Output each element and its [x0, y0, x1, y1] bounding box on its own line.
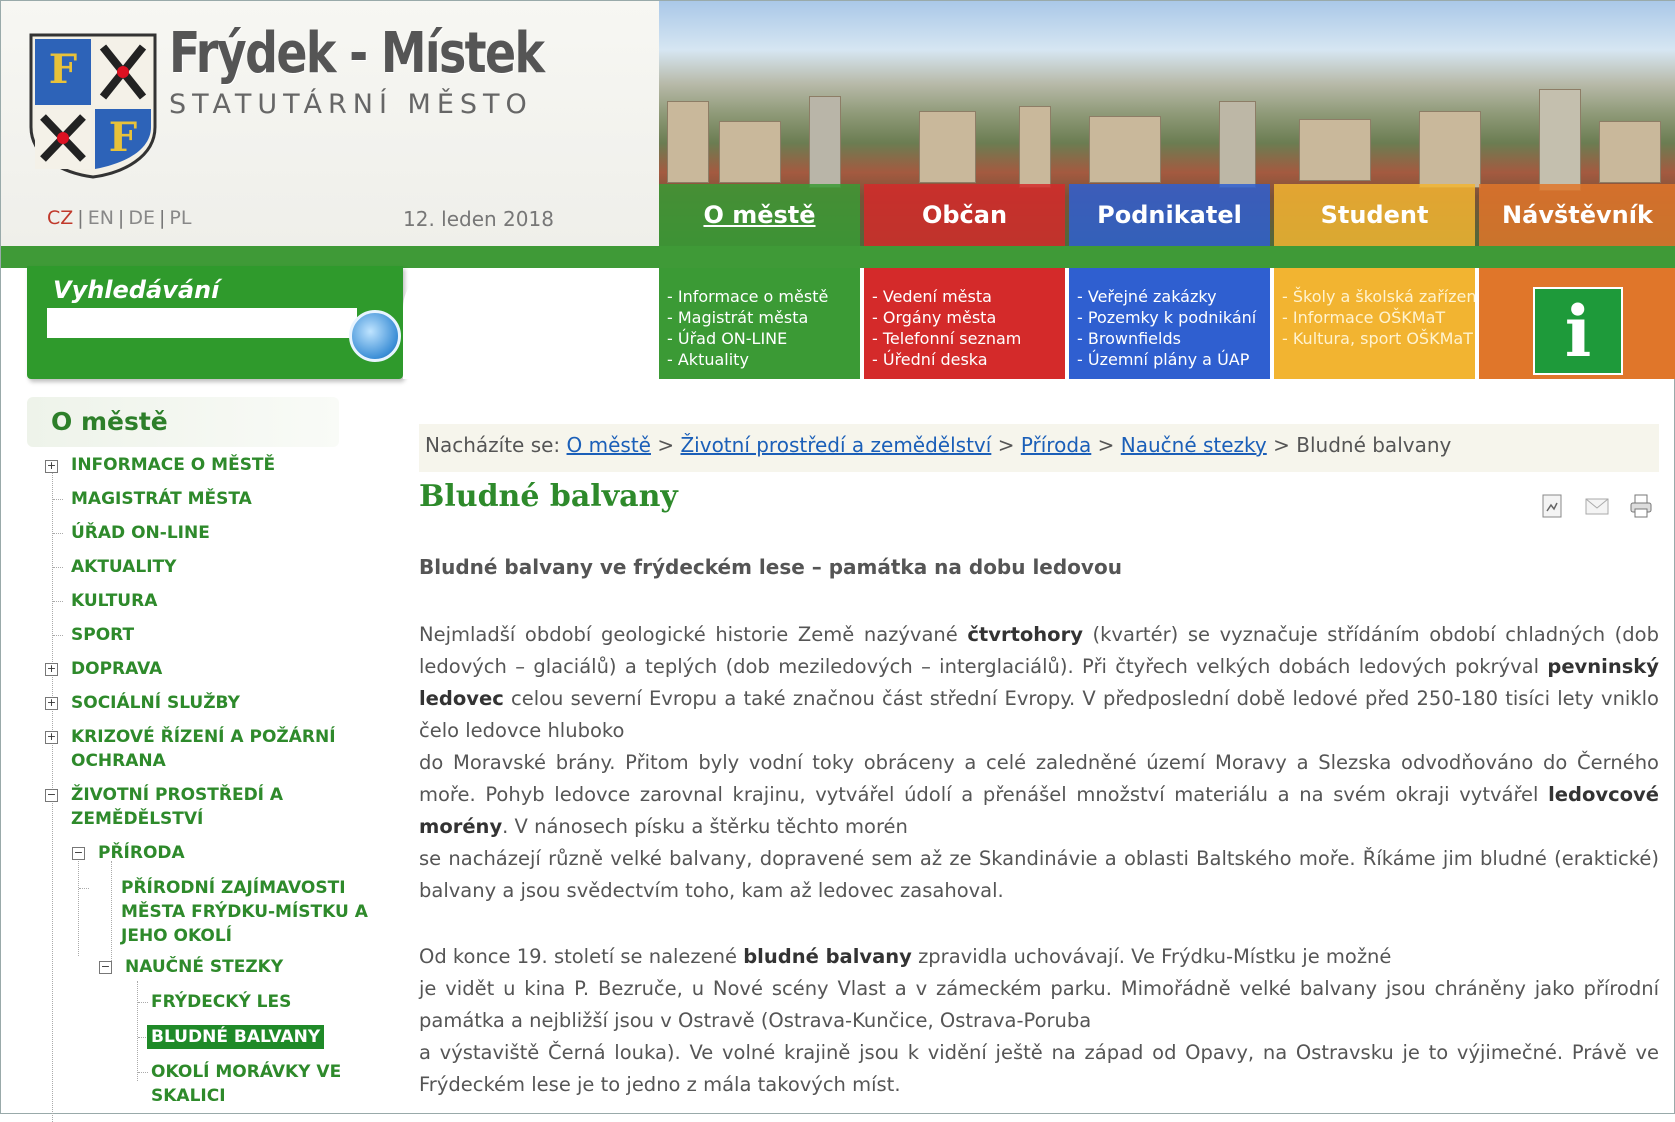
sidebar-item-frydecky-les[interactable]: Frýdecký les	[151, 990, 291, 1014]
lang-de[interactable]: DE	[128, 207, 155, 229]
subnav-link[interactable]: - Aktuality	[667, 349, 860, 370]
current-date: 12. leden 2018	[403, 207, 554, 231]
city-name-logo[interactable]: Frýdek - Místek	[169, 21, 545, 86]
subnav-obcan: - Vedení města - Orgány města - Telefonn…	[864, 268, 1065, 379]
breadcrumb-link[interactable]: O městě	[567, 433, 651, 457]
nav-tab-podnikatel[interactable]: Podnikatel	[1069, 184, 1270, 246]
subnav-link[interactable]: - Brownfields	[1077, 328, 1270, 349]
pdf-export-icon[interactable]	[1539, 493, 1565, 519]
lang-en[interactable]: EN	[88, 207, 114, 229]
nav-tab-navstevnik[interactable]: Návštěvník	[1479, 184, 1675, 246]
expand-icon[interactable]: +	[45, 460, 58, 473]
subnav-link[interactable]: - Úřední deska	[872, 349, 1065, 370]
collapse-icon[interactable]: −	[45, 789, 58, 802]
search-magnifier-icon[interactable]	[349, 310, 401, 362]
breadcrumb-link[interactable]: Příroda	[1021, 433, 1091, 457]
breadcrumb-current: Bludné balvany	[1296, 433, 1452, 457]
nav-tab-obcan[interactable]: Občan	[864, 184, 1065, 246]
subnav-link[interactable]: - Kultura, sport OŠKMaT	[1282, 328, 1475, 349]
search-panel: Vyhledávání	[27, 266, 403, 379]
nav-tab-o-meste[interactable]: O městě	[659, 184, 860, 246]
language-switcher: CZ | EN | DE | PL	[47, 207, 192, 229]
svg-text:F: F	[49, 46, 77, 93]
svg-text:F: F	[109, 114, 137, 161]
subnav-link[interactable]: - Telefonní seznam	[872, 328, 1065, 349]
subnav-link[interactable]: - Informace OŠKMaT	[1282, 307, 1475, 328]
sidebar-item-doprava[interactable]: Doprava	[71, 657, 162, 681]
sidebar-item-okoli-moravky[interactable]: Okolí Morávky ve Skalici	[151, 1060, 371, 1108]
lang-pl[interactable]: PL	[169, 207, 191, 229]
email-icon[interactable]	[1584, 493, 1610, 519]
subnav-link[interactable]: - Informace o městě	[667, 286, 860, 307]
subnav-link[interactable]: - Pozemky k podnikání	[1077, 307, 1270, 328]
sidebar-item-aktuality[interactable]: Aktuality	[71, 555, 176, 579]
sidebar-item-bludne-balvany[interactable]: Bludné balvany	[147, 1025, 325, 1049]
subnav-link[interactable]: - Úřad ON-LINE	[667, 328, 860, 349]
article-paragraph-2: Od konce 19. století se nalezené bludné …	[419, 945, 1659, 1096]
expand-icon[interactable]: +	[45, 663, 58, 676]
breadcrumb-link[interactable]: Životní prostředí a zemědělství	[680, 433, 991, 457]
breadcrumb-link[interactable]: Naučné stezky	[1121, 433, 1267, 457]
sidebar-title: O městě	[51, 407, 168, 436]
sidebar-item-magistrat[interactable]: Magistrát města	[71, 487, 252, 511]
subnav-link[interactable]: - Magistrát města	[667, 307, 860, 328]
article-paragraph-1: Nejmladší období geologické historie Zem…	[419, 623, 1659, 902]
breadcrumb-prefix: Nacházíte se:	[425, 433, 561, 457]
subnav-podnikatel: - Veřejné zakázky - Pozemky k podnikání …	[1069, 268, 1270, 379]
sidebar-item-naucne-stezky[interactable]: Naučné stezky	[125, 955, 283, 979]
expand-icon[interactable]: +	[45, 697, 58, 710]
green-divider-bar	[1, 246, 1675, 268]
header-curve-decoration	[403, 268, 659, 379]
article-lead: Bludné balvany ve frýdeckém lese – památ…	[419, 555, 1122, 579]
lang-cz[interactable]: CZ	[47, 207, 73, 229]
sidebar-item-zivotni-prostredi[interactable]: Životní prostředí a zemědělství	[71, 783, 321, 831]
expand-icon[interactable]: +	[45, 731, 58, 744]
sidebar-item-priroda[interactable]: Příroda	[98, 841, 185, 865]
page-title: Bludné balvany	[419, 479, 678, 514]
subnav-link[interactable]: - Školy a školská zařízení	[1282, 286, 1475, 307]
page: F F Frýdek - Místek STATUTÁRNÍ MĚSTO CZ |…	[0, 0, 1675, 1122]
print-icon[interactable]	[1628, 493, 1654, 519]
subnav-link[interactable]: - Orgány města	[872, 307, 1065, 328]
sidebar-item-kultura[interactable]: Kultura	[71, 589, 157, 613]
sidebar-item-informace[interactable]: Informace o městě	[71, 453, 275, 477]
nav-tab-student[interactable]: Student	[1274, 184, 1475, 246]
city-subtitle: STATUTÁRNÍ MĚSTO	[169, 89, 533, 120]
sidebar-item-sport[interactable]: Sport	[71, 623, 134, 647]
subnav-link[interactable]: - Veřejné zakázky	[1077, 286, 1270, 307]
collapse-icon[interactable]: −	[72, 847, 85, 860]
search-label: Vyhledávání	[53, 276, 220, 304]
info-icon[interactable]: i	[1533, 287, 1623, 375]
coat-of-arms-logo[interactable]: F F	[27, 31, 159, 179]
breadcrumb: Nacházíte se: O městě > Životní prostřed…	[419, 424, 1659, 472]
subnav-student: - Školy a školská zařízení - Informace O…	[1274, 268, 1475, 379]
header-brand-area: F F Frýdek - Místek STATUTÁRNÍ MĚSTO CZ |…	[1, 1, 659, 246]
subnav-link[interactable]: - Vedení města	[872, 286, 1065, 307]
sidebar-item-urad-online[interactable]: Úřad ON-LINE	[71, 521, 210, 545]
search-input[interactable]	[47, 308, 357, 338]
subnav-link[interactable]: - Územní plány a ÚAP	[1077, 349, 1270, 370]
sidebar-item-socialni-sluzby[interactable]: Sociální služby	[71, 691, 240, 715]
subnav-o-meste: - Informace o městě - Magistrát města - …	[659, 268, 860, 379]
sidebar-item-krizove-rizeni[interactable]: Krizové řízení a požární ochrana	[71, 725, 341, 773]
sidebar-item-prirodni-zajimavosti[interactable]: Přírodní zajímavosti města Frýdku-Místku…	[121, 876, 381, 948]
collapse-icon[interactable]: −	[99, 961, 112, 974]
